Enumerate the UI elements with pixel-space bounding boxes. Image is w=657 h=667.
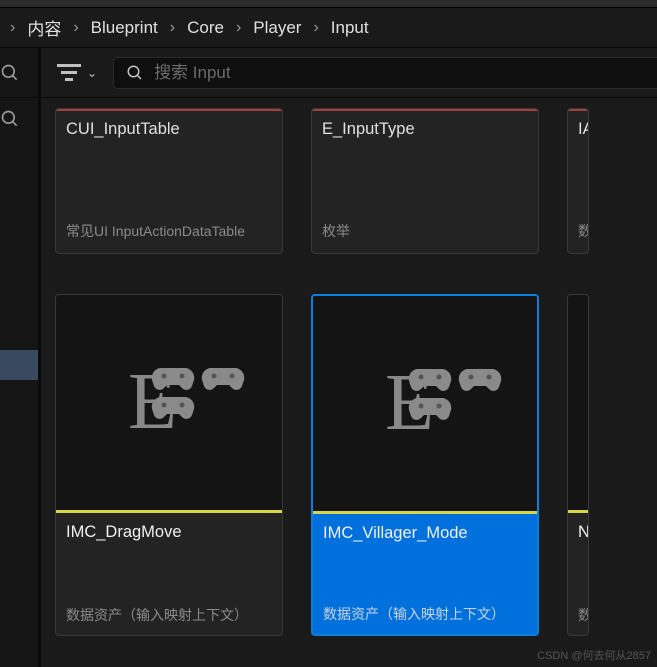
asset-tile-e-inputtype[interactable]: E_InputType 枚举 <box>311 108 539 254</box>
crumb-blueprint[interactable]: Blueprint <box>87 18 162 38</box>
asset-thumbnail <box>568 295 588 513</box>
chevron-right-icon: › <box>4 19 21 37</box>
asset-name: IMC_DragMove <box>66 523 272 542</box>
filter-button[interactable]: ⌄ <box>53 60 101 86</box>
sidebar-search-area-2[interactable] <box>0 98 38 140</box>
crumb-input[interactable]: Input <box>327 18 373 38</box>
asset-name: E_InputType <box>312 111 538 144</box>
crumb-content[interactable]: 内容 <box>23 15 65 40</box>
asset-thumbnail: E <box>56 295 282 513</box>
search-box[interactable] <box>113 57 657 89</box>
controller-stack-icon <box>407 366 537 424</box>
asset-name: CUI_InputTable <box>56 111 282 144</box>
controller-stack-icon <box>150 365 282 423</box>
asset-tile-imc-villager-mode[interactable]: E IMC_Villager_Mode 数据资产（输入映射上下文） <box>311 294 539 636</box>
asset-thumbnail: E <box>313 296 537 514</box>
asset-name: IMC_Villager_Mode <box>323 524 527 543</box>
content-toolbar: ⌄ <box>41 48 657 98</box>
asset-desc: 数据资产（输入映射上下文） <box>323 604 527 624</box>
asset-grid: CUI_InputTable 常见UI InputActionDataTable… <box>41 98 657 667</box>
asset-tile-partial[interactable]: IA 数 <box>567 108 589 254</box>
chevron-right-icon: › <box>67 19 84 37</box>
chevron-down-icon: ⌄ <box>87 66 97 80</box>
watermark: CSDN @何去何从2857 <box>537 647 651 663</box>
sidebar-item[interactable] <box>0 350 38 380</box>
crumb-core[interactable]: Core <box>183 18 228 38</box>
chevron-right-icon: › <box>164 19 181 37</box>
chevron-right-icon: › <box>230 19 247 37</box>
breadcrumb: › 内容 › Blueprint › Core › Player › Input <box>0 8 657 48</box>
chevron-right-icon: › <box>307 19 324 37</box>
search-icon <box>0 109 20 129</box>
asset-name: IA <box>568 111 588 144</box>
search-icon <box>0 63 20 83</box>
asset-tile-partial-2[interactable]: N 数 <box>567 294 589 636</box>
asset-desc: 枚举 <box>312 213 538 253</box>
crumb-player[interactable]: Player <box>249 18 305 38</box>
asset-tile-imc-dragmove[interactable]: E IMC_DragMove 数据资产（输入映射上下文） <box>55 294 283 636</box>
asset-tile-cui-inputtable[interactable]: CUI_InputTable 常见UI InputActionDataTable <box>55 108 283 254</box>
asset-desc: 数 <box>568 213 588 253</box>
sidebar <box>0 48 41 667</box>
asset-desc: 数据资产（输入映射上下文） <box>66 605 272 625</box>
search-input[interactable] <box>154 63 657 83</box>
filter-icon <box>57 64 81 82</box>
search-icon <box>126 64 144 82</box>
asset-desc: 常见UI InputActionDataTable <box>56 213 282 253</box>
sidebar-search-area-1[interactable] <box>0 48 38 98</box>
